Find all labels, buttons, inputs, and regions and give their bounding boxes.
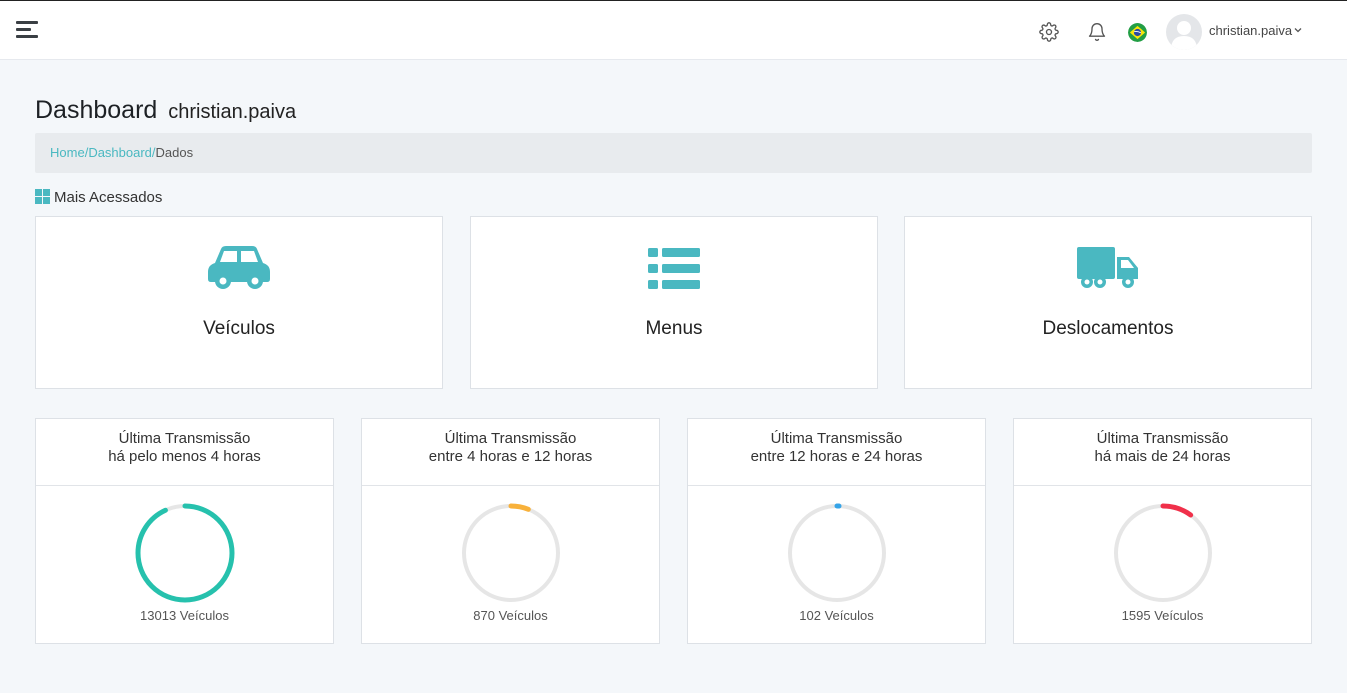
breadcrumb: Home/Dashboard/Dados — [35, 133, 1312, 173]
section-title-text: Mais Acessados — [54, 189, 163, 206]
stat-title: Última Transmissão há pelo menos 4 horas — [36, 419, 333, 486]
section-title: Mais Acessados — [35, 189, 162, 206]
stat-value: 102 Veículos — [799, 608, 874, 623]
stat-subtitle: há pelo menos 4 horas — [108, 448, 261, 465]
user-name[interactable]: christian.paiva — [1209, 23, 1292, 38]
stat-title: Última Transmissão entre 12 horas e 24 h… — [688, 419, 985, 486]
truck-icon — [1077, 247, 1138, 288]
progress-ring — [1113, 503, 1213, 603]
breadcrumb-current: Dados — [155, 145, 194, 160]
stat-card: Última Transmissão entre 4 horas e 12 ho… — [361, 418, 660, 644]
menu-toggle-icon[interactable] — [16, 21, 40, 41]
progress-ring-track — [788, 504, 886, 602]
card-label: Deslocamentos — [1042, 318, 1174, 339]
card-label: Veículos — [203, 318, 275, 339]
breadcrumb-dashboard-link[interactable]: Dashboard — [88, 145, 152, 160]
card-veiculos[interactable]: Veículos — [35, 216, 443, 389]
car-icon — [208, 246, 270, 289]
stat-title-line: Última Transmissão — [770, 430, 903, 447]
avatar[interactable] — [1166, 14, 1202, 50]
card-menus[interactable]: Menus — [470, 216, 878, 389]
stat-title: Última Transmissão entre 4 horas e 12 ho… — [362, 419, 659, 486]
stat-title: Última Transmissão há mais de 24 horas — [1014, 419, 1311, 486]
progress-ring-arc — [135, 503, 235, 603]
stat-card: Última Transmissão entre 12 horas e 24 h… — [687, 418, 986, 644]
brazil-flag-icon[interactable] — [1128, 23, 1147, 42]
stat-title-line: Última Transmissão — [118, 430, 251, 447]
page-title-text: Dashboard — [35, 96, 158, 124]
stat-value: 13013 Veículos — [140, 608, 229, 623]
progress-ring-track — [462, 504, 560, 602]
progress-ring — [787, 503, 887, 603]
stat-card: Última Transmissão há mais de 24 horas 1… — [1013, 418, 1312, 644]
top-bar: christian.paiva — [0, 0, 1347, 60]
stat-title-line: Última Transmissão — [1096, 430, 1229, 447]
stat-subtitle: entre 12 horas e 24 horas — [750, 448, 923, 465]
list-icon — [648, 248, 700, 289]
stat-subtitle: entre 4 horas e 12 horas — [428, 448, 593, 465]
page-subtitle: christian.paiva — [168, 101, 297, 123]
card-label: Menus — [645, 318, 703, 339]
page-title: Dashboard christian.paiva — [35, 96, 296, 125]
gear-icon[interactable] — [1039, 22, 1059, 42]
bell-icon[interactable] — [1087, 22, 1107, 42]
grid-icon — [35, 189, 50, 204]
stat-card: Última Transmissão há pelo menos 4 horas… — [35, 418, 334, 644]
progress-ring — [135, 503, 235, 603]
breadcrumb-home-link[interactable]: Home — [50, 145, 85, 160]
stat-value: 1595 Veículos — [1121, 608, 1204, 623]
card-deslocamentos[interactable]: Deslocamentos — [904, 216, 1312, 389]
stat-value: 870 Veículos — [473, 608, 548, 623]
chevron-down-icon[interactable] — [1293, 25, 1303, 35]
stat-subtitle: há mais de 24 horas — [1094, 448, 1231, 465]
progress-ring — [461, 503, 561, 603]
stat-title-line: Última Transmissão — [444, 430, 577, 447]
progress-ring-track — [1114, 504, 1212, 602]
